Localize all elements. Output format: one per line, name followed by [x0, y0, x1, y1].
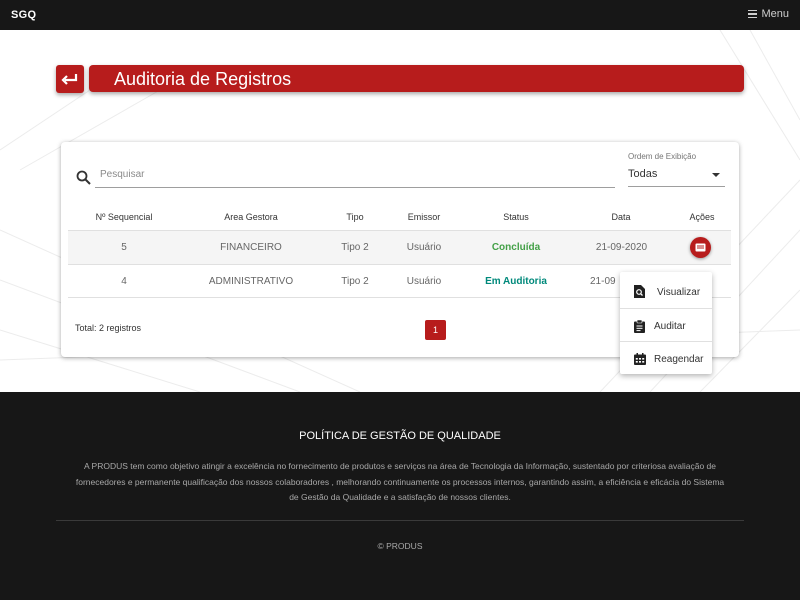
search-input[interactable] — [95, 162, 615, 188]
calendar-icon — [634, 353, 646, 365]
menu-button[interactable]: Menu — [748, 8, 789, 20]
table-row[interactable]: 5 FINANCEIRO Tipo 2 Usuário Concluída 21… — [68, 230, 731, 264]
cell-seq: 4 — [121, 276, 127, 287]
cell-tipo: Tipo 2 — [341, 242, 369, 253]
order-label: Ordem de Exibição — [628, 152, 697, 161]
menu-item-label: Auditar — [654, 321, 686, 332]
cell-emissor: Usuário — [406, 276, 442, 287]
hamburger-icon — [748, 9, 758, 19]
order-select[interactable]: Todas — [628, 164, 725, 187]
page-title: Auditoria de Registros — [114, 69, 292, 89]
menu-item-label: Reagendar — [654, 354, 704, 365]
header-area: Area Gestora — [224, 212, 278, 222]
cell-emissor: Usuário — [406, 242, 442, 253]
status-badge: Concluída — [491, 242, 541, 253]
footer-title: POLÍTICA DE GESTÃO DE QUALIDADE — [299, 430, 501, 442]
page-title-bar: Auditoria de Registros — [89, 65, 744, 92]
footer-divider — [56, 520, 744, 521]
menu-item-visualizar[interactable]: Visualizar — [620, 274, 712, 307]
copyright: © PRODUS — [377, 541, 423, 551]
top-navbar: SGQ Menu — [0, 0, 800, 30]
app-brand[interactable]: SGQ — [11, 9, 36, 21]
total-records: Total: 2 registros — [75, 323, 142, 333]
cell-area: ADMINISTRATIVO — [208, 276, 294, 287]
view-document-icon — [634, 285, 645, 298]
header-data: Data — [611, 212, 631, 222]
menu-item-auditar[interactable]: Auditar — [620, 308, 712, 341]
order-selected-value: Todas — [628, 168, 658, 180]
return-arrow-icon — [61, 74, 78, 85]
cell-area: FINANCEIRO — [220, 242, 282, 253]
cell-data: 21-09-2020 — [595, 242, 648, 253]
header-seq: Nº Sequencial — [95, 212, 153, 222]
status-badge: Em Auditoria — [485, 276, 547, 287]
header-acoes: Ações — [689, 212, 715, 222]
search-icon — [76, 170, 91, 185]
dropdown-caret-icon — [712, 173, 720, 177]
cell-seq: 5 — [121, 242, 127, 253]
actions-button[interactable] — [690, 237, 711, 258]
footer: POLÍTICA DE GESTÃO DE QUALIDADE A PRODUS… — [0, 392, 800, 600]
menu-item-label: Visualizar — [657, 287, 701, 298]
clipboard-icon — [634, 320, 645, 333]
actions-dropdown-menu: Visualizar Auditar Reagendar — [620, 272, 712, 374]
footer-policy-text: A PRODUS tem como objetivo atingir a exc… — [75, 461, 725, 502]
pagination-page-button[interactable]: 1 — [425, 320, 446, 340]
cell-tipo: Tipo 2 — [341, 276, 369, 287]
menu-label: Menu — [761, 8, 789, 20]
list-icon — [695, 243, 706, 252]
header-status: Status — [503, 212, 529, 222]
menu-item-reagendar[interactable]: Reagendar — [620, 341, 712, 374]
header-emissor: Emissor — [407, 212, 441, 222]
back-button[interactable] — [56, 65, 84, 93]
header-tipo: Tipo — [346, 212, 364, 222]
